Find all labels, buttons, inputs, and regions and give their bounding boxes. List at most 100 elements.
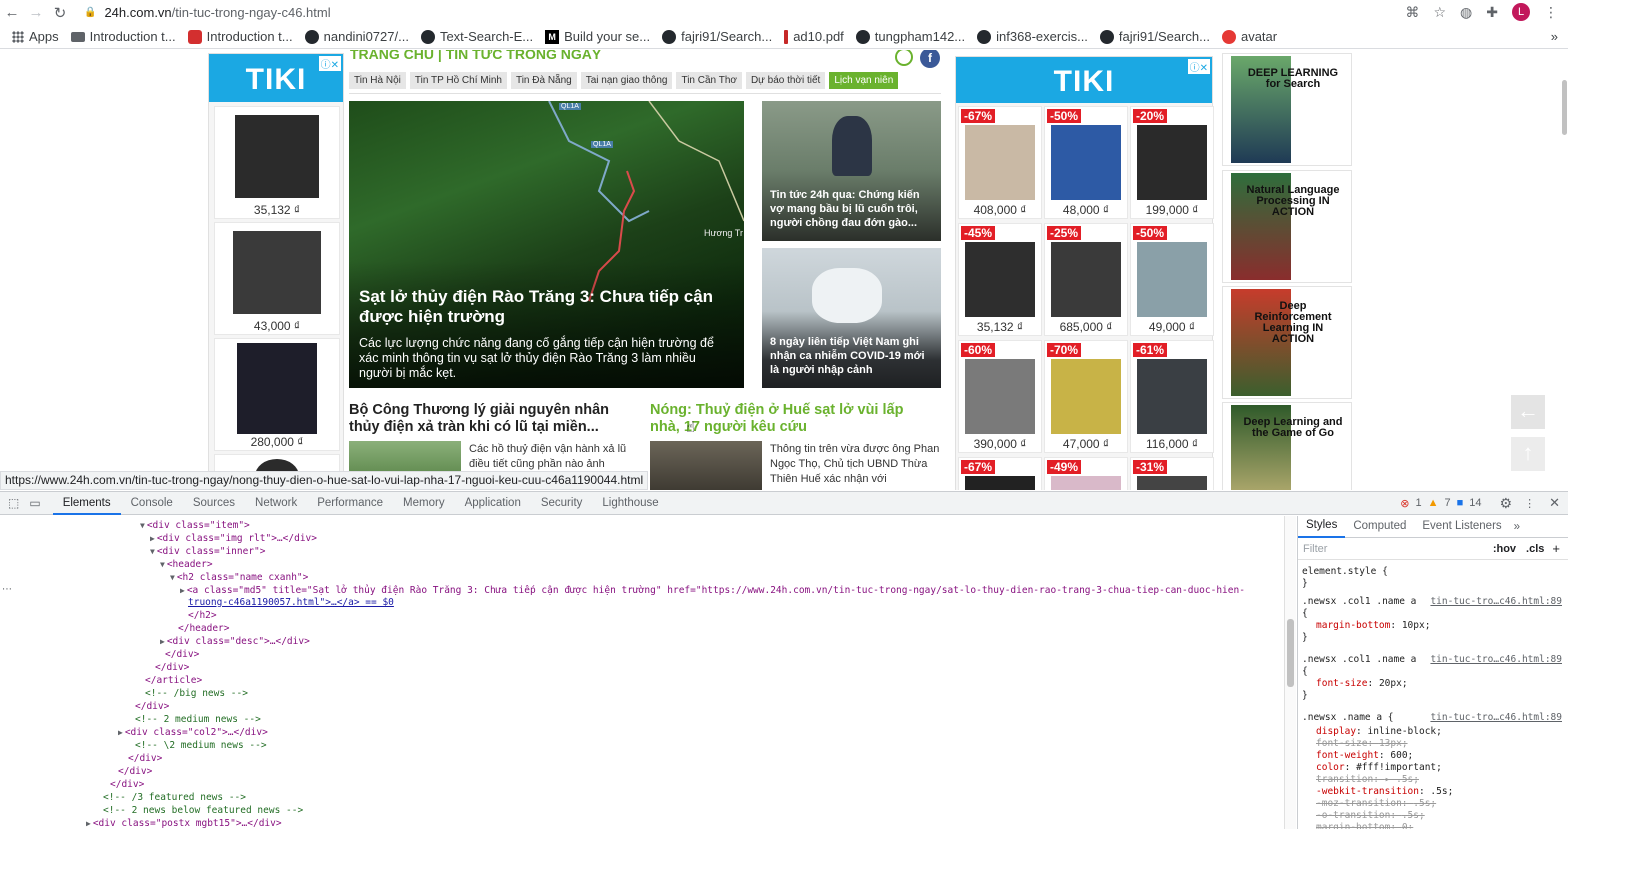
settings-gear-icon[interactable]: ⚙ [1500, 495, 1513, 512]
globe-icon[interactable]: ◍ [1460, 4, 1472, 21]
reload-icon[interactable]: ↻ [48, 4, 72, 22]
ad-product-card[interactable]: -45% 35,132 ₫ [958, 223, 1042, 336]
facebook-icon[interactable]: f [920, 50, 940, 68]
bookmark-item[interactable]: fajri91/Search... [662, 29, 772, 44]
more-options-icon[interactable]: ⋮ [1524, 497, 1535, 510]
ad-product-card[interactable]: 35,132 ₫ [214, 106, 340, 219]
device-toolbar-icon[interactable]: ▭ [29, 496, 40, 510]
category-tab[interactable]: Tin Cần Thơ [676, 72, 742, 89]
devtools-tab-security[interactable]: Security [531, 492, 593, 515]
devtools-tab-elements[interactable]: Elements [52, 492, 121, 515]
styles-subtab[interactable]: Event Listeners [1414, 516, 1509, 537]
dom-node-line[interactable]: truong-c46a1190057.html">…</a> == $0 [188, 596, 394, 609]
book-ad-card[interactable]: DEEP LEARNING for Search [1222, 53, 1352, 166]
dom-node-line[interactable]: <!-- 2 medium news --> [135, 713, 261, 726]
dom-node-line[interactable]: ▶ <div class="img rlt">…</div> [150, 532, 317, 545]
forward-arrow-icon[interactable]: → [24, 4, 48, 21]
zalo-share-icon[interactable] [895, 50, 913, 66]
styles-filter-input[interactable]: Filter [1303, 543, 1493, 555]
devtools-tab-application[interactable]: Application [455, 492, 531, 515]
dom-node-line[interactable]: </div> [165, 648, 199, 661]
dom-node-line[interactable]: ▶ <div class="col2">…</div> [118, 726, 268, 739]
big-news-title[interactable]: Sạt lở thủy điện Rào Trăng 3: Chưa tiếp … [359, 287, 730, 327]
category-tab[interactable]: Lịch vạn niên [829, 72, 899, 89]
warning-count[interactable]: 7 [1445, 497, 1451, 509]
book-ad-card[interactable]: Deep Reinforcement Learning IN ACTION [1222, 286, 1352, 399]
dom-node-line[interactable]: ▼ <div class="inner"> [150, 545, 266, 558]
cls-toggle[interactable]: .cls [1526, 543, 1544, 555]
ad-product-card[interactable]: -70% 47,000 ₫ [1044, 340, 1128, 453]
dom-node-line[interactable]: </div> [118, 765, 152, 778]
breadcrumb[interactable]: TRANG CHỦ | TIN TỨC TRONG NGÀY [350, 50, 601, 62]
bookmarks-overflow-icon[interactable]: » [1551, 29, 1558, 44]
dom-node-line[interactable]: </header> [178, 622, 229, 635]
ad-product-card[interactable]: -50% 49,000 ₫ [1130, 223, 1214, 336]
category-tab[interactable]: Tin Hà Nội [349, 72, 406, 89]
css-property[interactable]: -o-transition: .5s; [1316, 810, 1564, 822]
right-tiki-ad[interactable]: TIKI ⓘ✕ -67% 408,000 ₫ -50% 48,000 ₫ -20% 199… [955, 56, 1214, 490]
bookmark-item[interactable]: nandini0727/... [304, 29, 409, 44]
bookmark-item[interactable]: Introduction t... [70, 29, 176, 44]
css-property[interactable]: -moz-transition: .5s; [1316, 798, 1564, 810]
css-property[interactable]: transition: ▸ .5s; [1316, 774, 1564, 786]
back-arrow-icon[interactable]: ← [0, 4, 24, 21]
expand-toggle-icon[interactable]: ▶ [160, 637, 165, 646]
error-count[interactable]: 1 [1415, 497, 1421, 509]
expand-toggle-icon[interactable]: ▶ [118, 728, 123, 737]
dom-node-line[interactable]: ▼ <header> [160, 558, 213, 571]
ad-product-card[interactable]: -50% 48,000 ₫ [1044, 106, 1128, 219]
dom-node-line[interactable]: </div> [110, 778, 144, 791]
category-tab[interactable]: Tai nạn giao thông [580, 72, 673, 89]
ad-product-card[interactable]: -49% [1044, 457, 1128, 490]
book-ad-card[interactable]: Deep Learning and the Game of Go [1222, 402, 1352, 490]
dom-node-line[interactable]: </h2> [188, 609, 217, 622]
ad-product-card[interactable]: 280,000 ₫ [214, 338, 340, 451]
devtools-tab-network[interactable]: Network [245, 492, 307, 515]
styles-subtab[interactable]: Styles [1298, 516, 1346, 538]
side-news-card[interactable]: 8 ngày liên tiếp Việt Nam ghi nhận ca nh… [762, 248, 941, 388]
bookmark-item[interactable]: tungpham142... [855, 29, 965, 44]
book-ad-card[interactable]: Natural Language Processing IN ACTION [1222, 170, 1352, 283]
dom-node-line[interactable]: ▼ <h2 class="name cxanh"> [170, 571, 308, 584]
more-tabs-icon[interactable]: » [1514, 521, 1520, 533]
dom-node-line[interactable]: </div> [155, 661, 189, 674]
category-tab[interactable]: Tin TP Hồ Chí Minh [409, 72, 507, 89]
profile-avatar[interactable]: L [1512, 3, 1530, 21]
elements-dom-tree[interactable]: ▼ <div class="item"> ▶ <div class="img rlt"… [0, 516, 1282, 829]
bookmark-item[interactable]: Text-Search-E... [420, 29, 533, 44]
bookmark-item[interactable]: Apps [12, 29, 59, 44]
css-property[interactable]: font-size: 13px; [1316, 738, 1564, 750]
css-property[interactable]: color: #fff!important; [1316, 762, 1564, 774]
scroll-thumb[interactable] [1287, 619, 1294, 687]
back-to-top-arrow-icon[interactable]: ← [1511, 395, 1545, 429]
css-property[interactable]: font-weight: 600; [1316, 750, 1564, 762]
bookmark-item[interactable]: avatar [1221, 29, 1277, 44]
dom-node-line[interactable]: </div> [135, 700, 169, 713]
ad-product-card[interactable]: -61% 116,000 ₫ [1130, 340, 1214, 453]
bookmark-item[interactable]: Introduction t... [187, 29, 293, 44]
category-tab[interactable]: Dự báo thời tiết [745, 72, 826, 89]
devtools-tab-console[interactable]: Console [121, 492, 183, 515]
css-property[interactable]: -webkit-transition: .5s; [1316, 786, 1564, 798]
side-news-title[interactable]: Tin tức 24h qua: Chứng kiến vợ mang bầu … [770, 188, 933, 230]
dom-node-line[interactable]: <!-- /3 featured news --> [103, 791, 246, 804]
ad-product-card[interactable]: -31% [1130, 457, 1214, 490]
bookmark-item[interactable]: inf368-exercis... [977, 29, 1088, 44]
ad-close-icon[interactable]: ⓘ✕ [318, 56, 341, 71]
expand-toggle-icon[interactable]: ▼ [150, 547, 155, 556]
new-rule-icon[interactable]: + [1552, 541, 1560, 556]
dom-node-line[interactable]: </article> [145, 674, 202, 687]
dom-node-line[interactable]: ▼ <div class="item"> [140, 519, 250, 532]
dom-node-line[interactable]: </div> [128, 752, 162, 765]
side-news-card[interactable]: Tin tức 24h qua: Chứng kiến vợ mang bầu … [762, 101, 941, 241]
bookmark-item[interactable]: ad10.pdf [784, 29, 844, 44]
expand-toggle-icon[interactable]: ▼ [160, 560, 165, 569]
bookmark-item[interactable]: fajri91/Search... [1099, 29, 1210, 44]
hov-toggle[interactable]: :hov [1493, 543, 1516, 555]
bookmark-item[interactable]: M Build your se... [545, 29, 650, 44]
css-source-link[interactable]: tin-tuc-tro…c46.html:89 [1430, 654, 1562, 665]
expand-toggle-icon[interactable]: ▶ [180, 586, 185, 595]
extensions-icon[interactable]: ✚ [1486, 4, 1498, 21]
dom-node-line[interactable]: <!-- /big news --> [145, 687, 248, 700]
expand-toggle-icon[interactable]: ▼ [140, 521, 145, 530]
